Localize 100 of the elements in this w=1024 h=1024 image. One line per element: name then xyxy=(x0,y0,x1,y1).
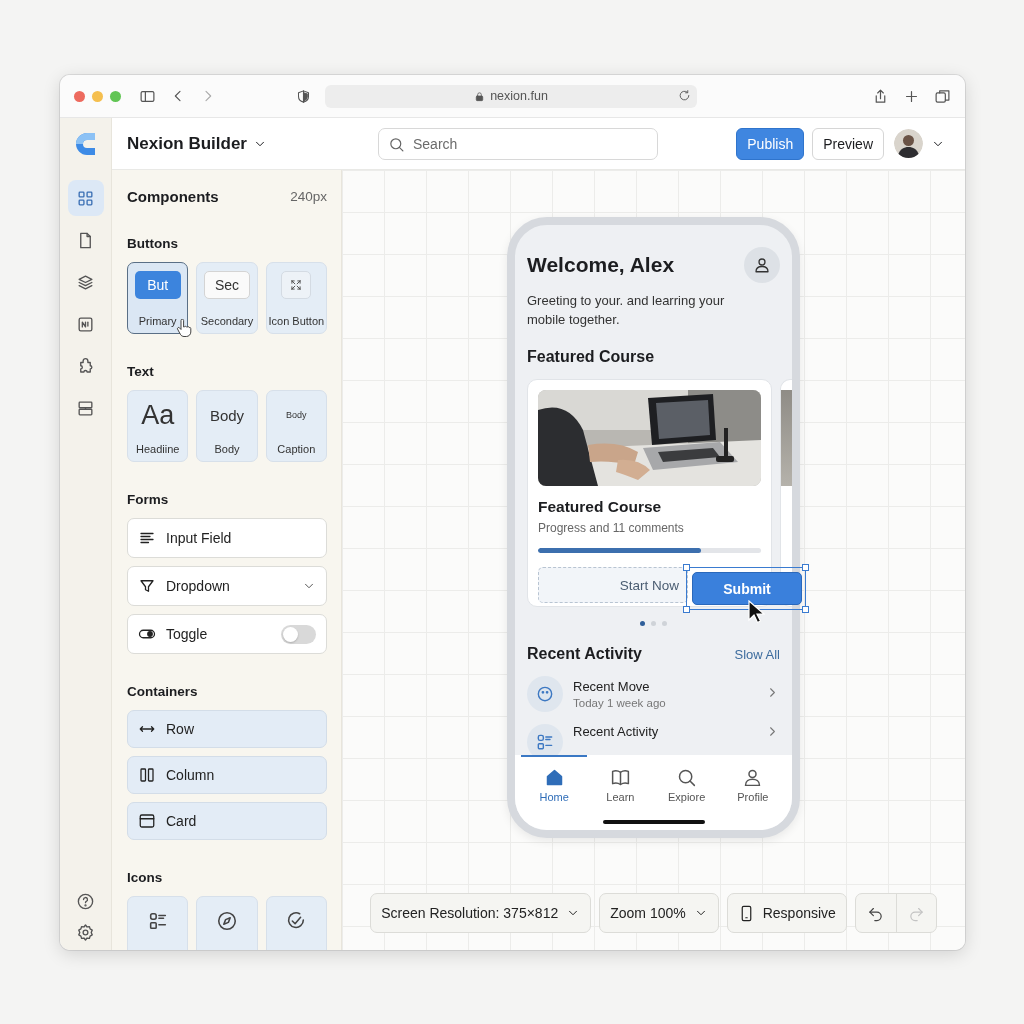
button-preview: Sec xyxy=(204,271,250,299)
url-text: nexion.fun xyxy=(490,89,548,103)
compass-icon xyxy=(216,910,238,932)
resize-handle[interactable] xyxy=(802,606,809,613)
section-title: Featured Course xyxy=(527,347,656,367)
profile-button[interactable] xyxy=(744,247,780,283)
tabs-button[interactable] xyxy=(934,87,951,105)
tile-label: Body xyxy=(214,443,240,455)
section-title: Forms xyxy=(127,492,169,507)
hand-cursor-icon xyxy=(176,319,192,337)
welcome-title: Welcome, Alex xyxy=(527,253,675,277)
section-title: Text xyxy=(127,364,154,379)
headline-sample: Aa xyxy=(141,399,175,431)
shield-icon xyxy=(296,88,311,104)
publish-button[interactable]: Publish xyxy=(736,127,805,160)
card-icon xyxy=(138,812,156,830)
section-title: Buttons xyxy=(127,236,178,251)
tabs-icon xyxy=(934,87,951,105)
filter-icon xyxy=(138,577,156,595)
start-now-button[interactable]: Start Now xyxy=(538,567,688,603)
lock-icon xyxy=(474,90,486,102)
course-title: Featured Course xyxy=(538,498,663,516)
book-icon xyxy=(609,767,631,788)
tab[interactable]: Expiore xyxy=(653,755,720,807)
tile-label: Headiine xyxy=(135,443,180,455)
settings-button[interactable] xyxy=(76,923,95,942)
avatar[interactable] xyxy=(894,129,923,158)
section-title: Recent Activity xyxy=(527,644,642,664)
responsive-button[interactable]: Responsive xyxy=(726,893,847,933)
panel-width: 240px xyxy=(290,188,327,204)
component-tile[interactable]: Aa Headiine xyxy=(127,390,189,462)
search-icon xyxy=(676,767,698,788)
item-label: Dropdown xyxy=(166,578,230,594)
expand-arrows-icon xyxy=(289,278,304,292)
body-sample: Body xyxy=(209,405,245,426)
caption-sample: Body xyxy=(286,409,307,422)
layers-icon xyxy=(76,272,95,292)
show-all-link[interactable]: Slow All xyxy=(734,646,780,662)
component-item[interactable]: Input Field xyxy=(127,518,327,558)
toggle-switch[interactable] xyxy=(281,624,316,644)
columns-icon xyxy=(138,766,156,784)
tab[interactable]: Profile xyxy=(719,755,786,807)
user-icon xyxy=(753,256,771,274)
component-item[interactable]: Toggle xyxy=(127,614,327,654)
component-item[interactable]: Row xyxy=(127,710,327,748)
component-tile[interactable]: Body Body xyxy=(196,390,258,462)
tab[interactable]: Home xyxy=(521,755,588,807)
activity-title: Recent Activity xyxy=(573,724,660,739)
sidebar-tab[interactable] xyxy=(67,180,104,216)
component-tile[interactable]: But Primary xyxy=(127,262,189,334)
list-icon xyxy=(535,732,555,752)
panel-title: Components xyxy=(127,187,219,205)
activity-time: Today 1 week ago xyxy=(573,697,667,709)
intro-text: Greeting to your. and learring your mobile together. xyxy=(527,292,726,329)
course-subtitle: Progress and 11 comments xyxy=(538,521,685,535)
preview-button[interactable]: Preview xyxy=(812,127,884,160)
resize-handle[interactable] xyxy=(683,564,690,571)
page-dot[interactable] xyxy=(640,621,645,626)
section-title: Icons xyxy=(127,870,163,885)
tab[interactable]: Learn xyxy=(587,755,654,807)
item-label: Row xyxy=(166,721,194,737)
component-tile[interactable]: Icon Button xyxy=(265,262,327,334)
address-bar[interactable]: nexion.fun xyxy=(325,84,697,108)
logo-icon xyxy=(74,132,97,156)
circle-icon xyxy=(535,684,555,704)
component-item[interactable]: Column xyxy=(127,756,327,794)
toolbar-dropdown[interactable]: Zoom 100% xyxy=(599,893,719,933)
component-tile[interactable] xyxy=(265,896,327,950)
button-preview: But xyxy=(134,271,181,299)
toolbar-dropdown[interactable]: Screen Resolution: 375×812 xyxy=(370,893,592,933)
pointer-cursor-icon xyxy=(748,600,765,624)
page-dot[interactable] xyxy=(662,621,667,626)
component-tile[interactable]: Body Caption xyxy=(265,390,327,462)
component-tile[interactable] xyxy=(127,896,189,950)
component-item[interactable]: Card xyxy=(127,802,327,840)
tile-label: Icon Button xyxy=(268,315,325,327)
page-dot[interactable] xyxy=(651,621,656,626)
component-tile[interactable] xyxy=(196,896,258,950)
item-label: Input Field xyxy=(166,530,232,546)
help-icon xyxy=(76,892,95,911)
activity-title: Recent Move xyxy=(573,679,651,694)
section-title: Containers xyxy=(127,684,198,699)
search-icon xyxy=(388,135,405,153)
submit-button[interactable]: Submit xyxy=(692,572,802,605)
item-label: Card xyxy=(166,813,197,829)
component-item[interactable]: Dropdown xyxy=(127,566,327,606)
component-tile[interactable]: Sec Secondary xyxy=(196,262,258,334)
item-label: Toggle xyxy=(166,626,208,642)
settings-icon xyxy=(76,923,95,942)
resize-handle[interactable] xyxy=(683,606,690,613)
resize-handle[interactable] xyxy=(802,564,809,571)
grid-icon xyxy=(76,188,95,208)
close-button[interactable] xyxy=(74,90,85,102)
project-menu[interactable]: Nexion Builder xyxy=(127,133,378,154)
tile-label: Caption xyxy=(277,443,316,455)
item-label: Column xyxy=(166,767,215,783)
code-box-icon xyxy=(76,314,95,334)
tile-label: Secondary xyxy=(200,315,254,327)
search-field[interactable]: Search xyxy=(378,127,658,160)
help-button[interactable] xyxy=(76,892,95,911)
